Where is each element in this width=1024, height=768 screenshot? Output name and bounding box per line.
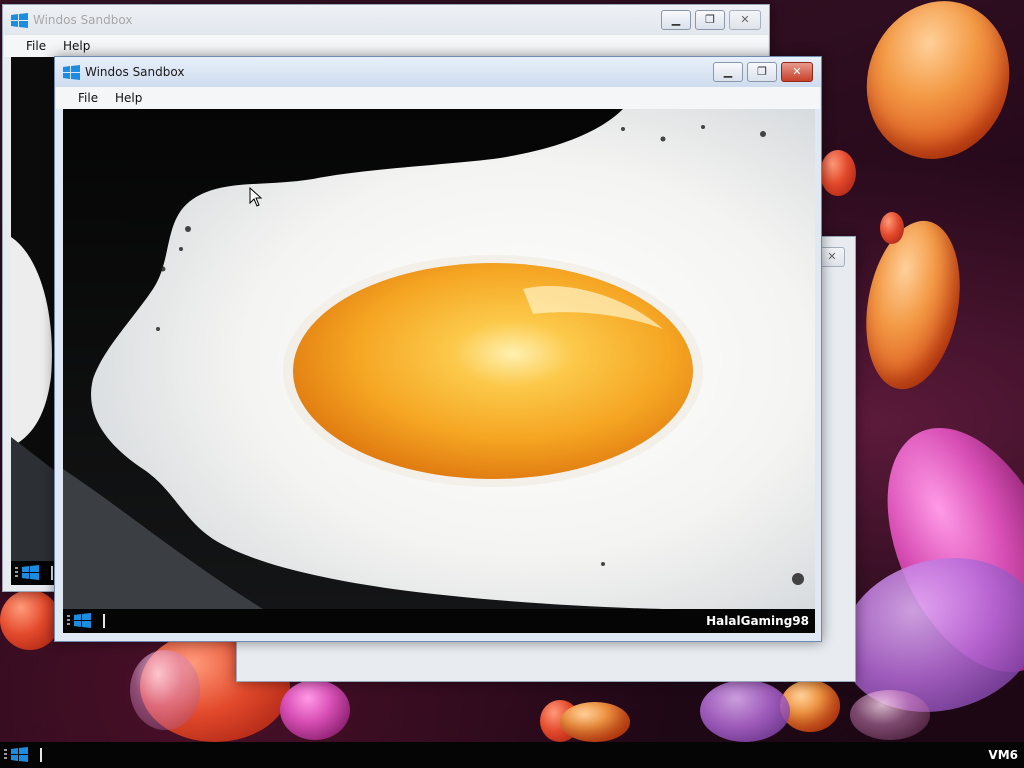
back-window-close-button[interactable]: ✕	[729, 10, 761, 30]
front-window-menubar: File Help	[56, 87, 820, 109]
back-window-menubar: File Help	[4, 35, 768, 57]
close-icon: ✕	[827, 250, 837, 263]
windows-logo-icon	[63, 65, 80, 80]
close-icon: ✕	[792, 65, 802, 78]
wallpaper-red-blob	[820, 150, 856, 196]
host-taskbar: VM6	[0, 742, 1024, 768]
front-window-close-button[interactable]: ✕	[781, 62, 813, 82]
menu-help[interactable]: Help	[63, 39, 90, 53]
host-machine-label: VM6	[988, 748, 1018, 762]
taskbar-cursor	[103, 614, 105, 628]
front-sandbox-window[interactable]: Windos Sandbox ▁ ❐ ✕ File Help HalalGami…	[54, 56, 822, 642]
restore-icon: ❐	[757, 65, 767, 78]
back-window-titlebar[interactable]: Windos Sandbox ▁ ❐ ✕	[3, 5, 769, 35]
close-icon: ✕	[740, 13, 750, 26]
mouse-pointer-icon	[249, 187, 263, 207]
taskbar-cursor	[40, 748, 42, 762]
front-window-titlebar[interactable]: Windos Sandbox ▁ ❐ ✕	[55, 57, 821, 87]
minimize-icon: ▁	[671, 13, 681, 26]
menu-help[interactable]: Help	[115, 91, 142, 105]
taskbar-cursor	[51, 566, 53, 580]
back-window-title: Windos Sandbox	[33, 13, 133, 27]
front-window-restore-button[interactable]: ❐	[747, 62, 777, 82]
wallpaper-red-blob	[0, 590, 60, 650]
front-window-title: Windos Sandbox	[85, 65, 185, 79]
menu-file[interactable]: File	[26, 39, 46, 53]
wallpaper-orange-blob	[560, 702, 630, 742]
restore-icon: ❐	[705, 13, 715, 26]
front-window-screen[interactable]: HalalGaming98	[63, 109, 815, 633]
windows-logo-icon[interactable]	[11, 747, 28, 762]
background-window-close-button[interactable]: ✕	[819, 247, 845, 267]
sandbox-taskbar: HalalGaming98	[63, 609, 815, 633]
windows-logo-icon[interactable]	[74, 613, 91, 628]
fried-egg-image	[63, 109, 815, 609]
taskbar-grip	[4, 749, 7, 761]
taskbar-grip	[67, 615, 70, 627]
back-window-minimize-button[interactable]: ▁	[661, 10, 691, 30]
windows-logo-icon	[11, 13, 28, 28]
wallpaper-violet-blob	[700, 680, 790, 742]
wallpaper-red-blob	[880, 212, 904, 244]
windows-logo-icon[interactable]	[22, 565, 39, 580]
sandbox-user-label: HalalGaming98	[706, 614, 809, 628]
menu-file[interactable]: File	[78, 91, 98, 105]
wallpaper-glass-bubble	[850, 690, 930, 740]
front-window-minimize-button[interactable]: ▁	[713, 62, 743, 82]
taskbar-grip	[15, 567, 18, 579]
minimize-icon: ▁	[723, 65, 733, 78]
back-window-restore-button[interactable]: ❐	[695, 10, 725, 30]
wallpaper-glass-bubble	[130, 650, 200, 730]
wallpaper-magenta-blob	[280, 680, 350, 740]
